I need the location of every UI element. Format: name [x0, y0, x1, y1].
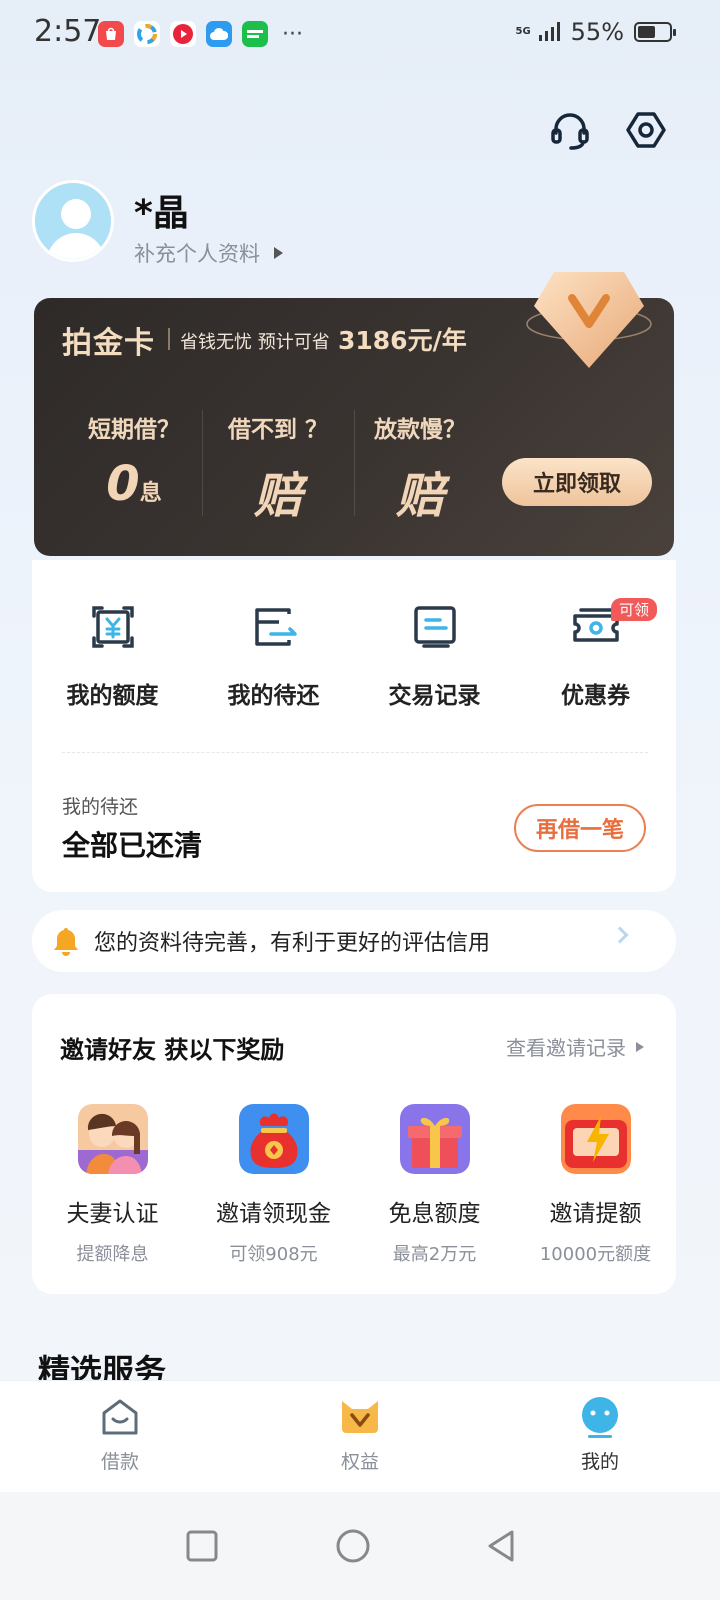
profile-notice-bar[interactable]: 您的资料待完善，有利于更好的评估信用 — [32, 910, 676, 972]
recent-apps-icon[interactable] — [182, 1526, 222, 1566]
repayment-status: 全部已还清 — [62, 829, 203, 862]
quick-actions-card: 我的额度 我的待还 交易记录 可领 优惠券 我的待还 全部已还清 再借一笔 — [32, 560, 676, 892]
more-notifications-icon: ··· — [282, 21, 303, 47]
quick-action-transactions[interactable]: 交易记录 — [354, 602, 515, 710]
vip-card-title: 拍金卡 — [62, 326, 155, 361]
quick-action-credit-limit[interactable]: 我的额度 — [32, 602, 193, 710]
vip-benefit-question: 放款慢？ — [374, 417, 466, 443]
profile-icon — [582, 1397, 618, 1438]
reward-label: 邀请领现金 — [216, 1201, 331, 1227]
platinum-card-banner[interactable]: 拍金卡 省钱无忧 预计可省 3186元/年 短期借？ 0息 借不到 ？ 赔 放款… — [34, 272, 674, 556]
reward-invite-increase[interactable]: 邀请提额 10000元额度 — [515, 1104, 676, 1266]
vip-benefit-question: 借不到 ？ — [227, 417, 328, 443]
reward-label: 邀请提额 — [549, 1201, 642, 1227]
vip-benefit-value: 赔 — [395, 468, 444, 524]
vip-benefit-speed: 放款慢？ 赔 — [350, 410, 490, 526]
status-right: 5G 55% — [515, 18, 676, 46]
back-icon[interactable] — [482, 1526, 522, 1566]
reward-interest-free[interactable]: 免息额度 最高2万元 — [354, 1104, 515, 1266]
avatar[interactable] — [32, 180, 114, 262]
claimable-badge: 可领 — [611, 598, 658, 621]
chevron-right-icon — [611, 926, 629, 944]
triangle-right-icon — [274, 247, 283, 259]
username: *晶 — [134, 193, 189, 234]
reward-subtitle: 提额降息 — [76, 1244, 149, 1265]
reward-subtitle: 最高2万元 — [392, 1244, 477, 1265]
quick-actions-grid: 我的额度 我的待还 交易记录 可领 优惠券 — [32, 598, 676, 710]
vip-benefit-question: 短期借？ — [88, 417, 180, 443]
money-bag-icon — [238, 1104, 309, 1174]
home-icon — [102, 1399, 138, 1435]
complete-profile-link[interactable]: 补充个人资料 — [134, 238, 283, 268]
vip-benefit-interest: 短期借？ 0息 — [64, 410, 204, 512]
couple-icon — [77, 1104, 148, 1174]
top-actions — [548, 108, 668, 152]
signal-icon — [538, 22, 560, 41]
reward-couple-verification[interactable]: 夫妻认证 提额降息 — [32, 1104, 193, 1266]
tab-label: 我的 — [580, 1451, 619, 1473]
divider — [62, 752, 648, 753]
vip-benefit-approval: 借不到 ？ 赔 — [208, 410, 348, 526]
reward-invite-cash[interactable]: 邀请领现金 可领908元 — [193, 1104, 354, 1266]
bottom-tab-bar: 借款 权益 我的 — [0, 1380, 720, 1492]
transaction-record-icon — [413, 606, 456, 648]
invite-record-label: 查看邀请记录 — [506, 1036, 626, 1060]
tab-label: 权益 — [340, 1451, 379, 1473]
reward-label: 免息额度 — [388, 1201, 481, 1227]
divider — [202, 410, 203, 516]
iqiyi-app-icon — [242, 21, 268, 47]
claim-now-button[interactable]: 立即领取 — [502, 458, 652, 506]
repayment-icon — [254, 608, 297, 646]
lightning-box-icon — [560, 1104, 631, 1174]
tab-mine[interactable]: 我的 — [480, 1381, 720, 1492]
settings-icon[interactable] — [624, 108, 668, 152]
profile-header[interactable]: *晶 补充个人资料 — [32, 180, 632, 270]
invite-rewards-grid: 夫妻认证 提额降息 邀请领现金 可领908元 免息额度 最高2万元 邀请提额 1… — [32, 1104, 676, 1266]
borrow-again-button[interactable]: 再借一笔 — [514, 804, 646, 852]
repayment-label: 我的待还 — [62, 796, 139, 818]
reward-subtitle: 可领908元 — [229, 1244, 318, 1265]
complete-profile-label: 补充个人资料 — [134, 242, 260, 266]
vip-benefit-value: 0息 — [106, 456, 162, 512]
tab-label: 借款 — [100, 1451, 139, 1473]
battery-percent: 55% — [570, 18, 624, 46]
tab-benefits[interactable]: 权益 — [240, 1381, 480, 1492]
quick-action-label: 我的待还 — [227, 683, 320, 709]
notification-icons: ··· — [98, 21, 303, 47]
benefits-icon — [342, 1401, 378, 1433]
quick-action-coupons[interactable]: 可领 优惠券 — [515, 598, 676, 710]
bell-icon — [54, 928, 78, 956]
quick-action-label: 优惠券 — [561, 683, 630, 709]
invite-title: 邀请好友 获以下奖励 — [60, 1036, 285, 1064]
home-button-icon[interactable] — [333, 1526, 373, 1566]
invite-record-link[interactable]: 查看邀请记录 — [506, 1032, 644, 1061]
status-bar: 2:57 ··· 5G 55% — [0, 0, 720, 70]
red-play-app-icon — [170, 21, 196, 47]
reward-label: 夫妻认证 — [66, 1201, 159, 1227]
customer-service-icon[interactable] — [548, 108, 592, 152]
vip-slogan: 省钱无忧 预计可省 — [180, 332, 330, 353]
invite-rewards-card: 邀请好友 获以下奖励 查看邀请记录 夫妻认证 提额降息 邀请领现金 可领908元… — [32, 994, 676, 1294]
quick-action-repayment[interactable]: 我的待还 — [193, 602, 354, 710]
notice-text: 您的资料待完善，有利于更好的评估信用 — [94, 931, 491, 956]
vip-saving-amount: 3186元/年 — [338, 326, 467, 355]
tab-loan[interactable]: 借款 — [0, 1381, 240, 1492]
shopping-bag-app-icon — [98, 21, 124, 47]
system-navigation-bar — [0, 1492, 720, 1600]
gift-box-icon — [399, 1104, 470, 1174]
quick-action-label: 我的额度 — [66, 683, 159, 709]
network-type: 5G — [515, 26, 531, 37]
vip-badge-icon — [526, 272, 652, 368]
divider — [168, 328, 170, 350]
colorful-app-icon — [134, 21, 160, 47]
triangle-right-icon — [636, 1041, 644, 1052]
reward-subtitle: 10000元额度 — [539, 1244, 652, 1265]
battery-icon — [634, 22, 676, 42]
cloud-app-icon — [206, 21, 232, 47]
vip-benefit-value: 赔 — [253, 468, 302, 524]
credit-limit-icon — [91, 606, 134, 648]
quick-action-label: 交易记录 — [388, 683, 481, 709]
status-time: 2:57 — [34, 14, 102, 49]
